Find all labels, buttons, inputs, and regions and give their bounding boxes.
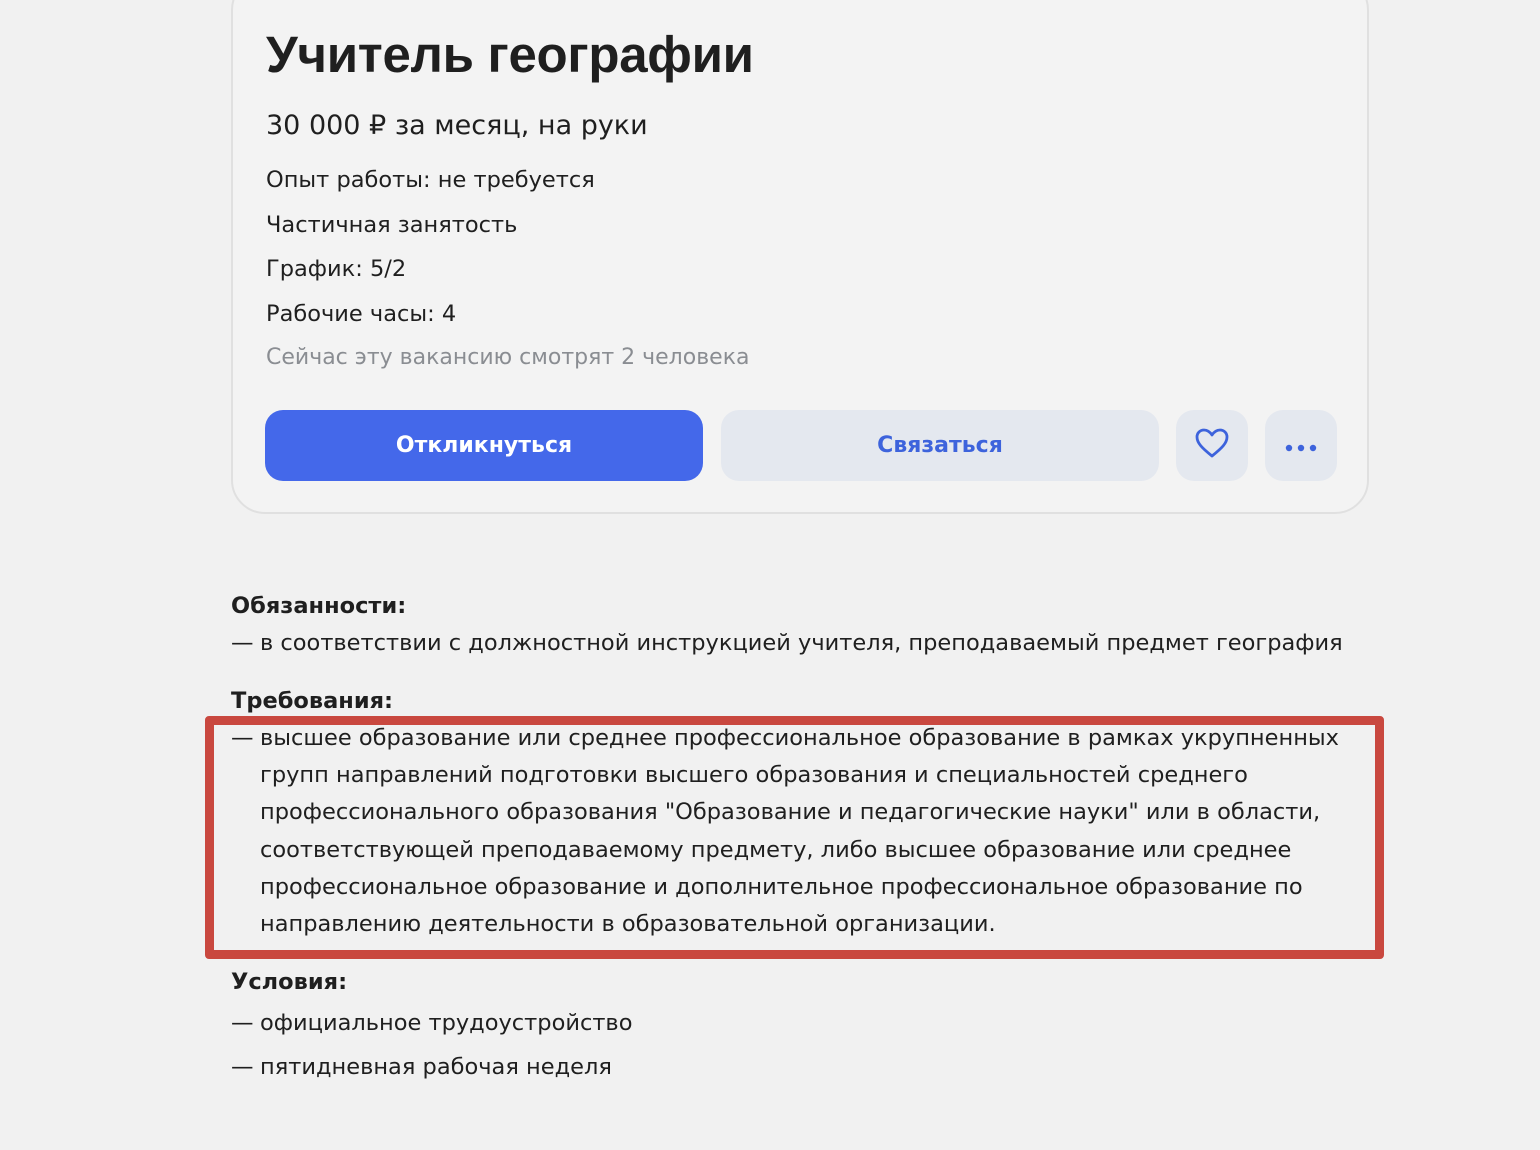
requirement-item: — высшее образование или среднее професс… <box>231 720 1371 944</box>
dash-marker: — <box>231 1054 254 1081</box>
dash-marker: — <box>231 630 254 657</box>
requirements-heading: Требования: <box>231 687 394 714</box>
employment-type: Частичная занятость <box>266 211 518 238</box>
dash-marker: — <box>231 1009 254 1036</box>
duties-section: Обязанности: — в соответствии с должност… <box>231 588 1371 663</box>
requirements-section: Требования: — высшее образование или сре… <box>231 683 1371 944</box>
requirement-text: высшее образование или среднее профессио… <box>260 724 1339 938</box>
condition-text: официальное трудоустройство <box>260 1009 633 1036</box>
conditions-heading: Условия: <box>231 968 348 995</box>
respond-button[interactable]: Откликнуться <box>265 410 703 481</box>
more-options-button[interactable] <box>1265 410 1337 481</box>
dash-marker: — <box>231 724 254 751</box>
condition-item: — официальное трудоустройство <box>231 1001 1371 1046</box>
salary: 30 000 ₽ за месяц, на руки <box>266 110 648 141</box>
more-dots-icon <box>1285 433 1317 458</box>
vacancy-description: Обязанности: — в соответствии с должност… <box>231 588 1371 1110</box>
work-schedule: График: 5/2 <box>266 256 407 282</box>
duty-item: — в соответствии с должностной инструкци… <box>231 625 1371 662</box>
contact-button[interactable]: Связаться <box>721 410 1159 481</box>
condition-text: пятидневная рабочая неделя <box>260 1054 612 1081</box>
conditions-section: Условия: — официальное трудоустройство —… <box>231 964 1371 1090</box>
experience-info: Опыт работы: не требуется <box>266 167 595 193</box>
duties-heading: Обязанности: <box>231 593 407 619</box>
condition-item: — пятидневная рабочая неделя <box>231 1045 1371 1090</box>
vacancy-title: Учитель географии <box>266 26 754 83</box>
work-hours: Рабочие часы: 4 <box>266 300 457 327</box>
favorite-button[interactable] <box>1176 410 1248 481</box>
viewers-count: Сейчас эту вакансию смотрят 2 человека <box>266 345 750 370</box>
heart-icon <box>1194 427 1230 465</box>
vacancy-meta-list: Опыт работы: не требуется Частичная заня… <box>266 160 595 338</box>
duty-text: в соответствии с должностной инструкцией… <box>260 630 1343 657</box>
